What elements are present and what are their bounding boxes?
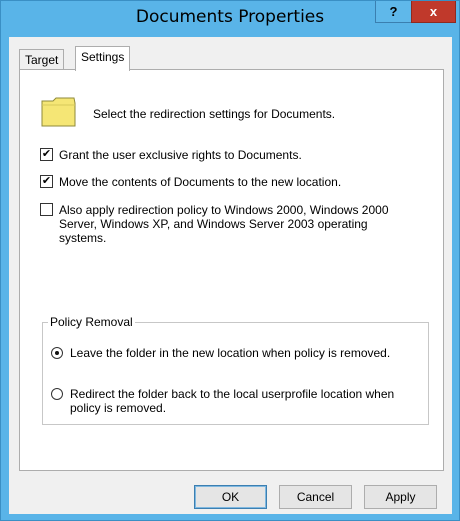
ok-button[interactable]: OK xyxy=(194,485,267,509)
close-button[interactable]: x xyxy=(411,1,456,23)
apply-button[interactable]: Apply xyxy=(364,485,437,509)
move-contents-label: Move the contents of Documents to the ne… xyxy=(59,175,342,189)
title-bar[interactable]: Documents Properties ? x xyxy=(1,1,459,37)
cancel-button[interactable]: Cancel xyxy=(279,485,352,509)
grant-exclusive-rights-label: Grant the user exclusive rights to Docum… xyxy=(59,148,302,162)
tab-target[interactable]: Target xyxy=(19,49,65,69)
settings-panel: Select the redirection settings for Docu… xyxy=(19,69,444,471)
redirect-back-label-line2: policy is removed. xyxy=(70,401,167,415)
leave-folder-label: Leave the folder in the new location whe… xyxy=(70,346,391,360)
apply-legacy-os-label-line3: systems. xyxy=(59,231,107,245)
policy-removal-title: Policy Removal xyxy=(48,315,135,329)
redirect-back-label-line1: Redirect the folder back to the local us… xyxy=(70,387,395,401)
checkmark-icon: ✔ xyxy=(41,148,52,160)
properties-window: Documents Properties ? x Target Settings… xyxy=(0,0,460,521)
redirection-description: Select the redirection settings for Docu… xyxy=(93,107,336,121)
grant-exclusive-rights-checkbox[interactable]: ✔ xyxy=(40,148,53,161)
help-button[interactable]: ? xyxy=(375,1,412,23)
apply-legacy-os-checkbox[interactable] xyxy=(40,203,53,216)
folder-icon xyxy=(41,97,76,127)
dialog-client-area: Target Settings Select the redirection s… xyxy=(9,37,452,514)
move-contents-checkbox[interactable]: ✔ xyxy=(40,175,53,188)
apply-legacy-os-label-line2: Server, Windows XP, and Windows Server 2… xyxy=(59,217,368,231)
redirect-back-radio[interactable] xyxy=(51,388,63,400)
radio-selected-dot xyxy=(55,351,59,355)
checkmark-icon: ✔ xyxy=(41,175,52,187)
tab-settings[interactable]: Settings xyxy=(75,46,131,71)
apply-legacy-os-label-line1: Also apply redirection policy to Windows… xyxy=(59,203,389,217)
leave-folder-radio[interactable] xyxy=(51,347,63,359)
